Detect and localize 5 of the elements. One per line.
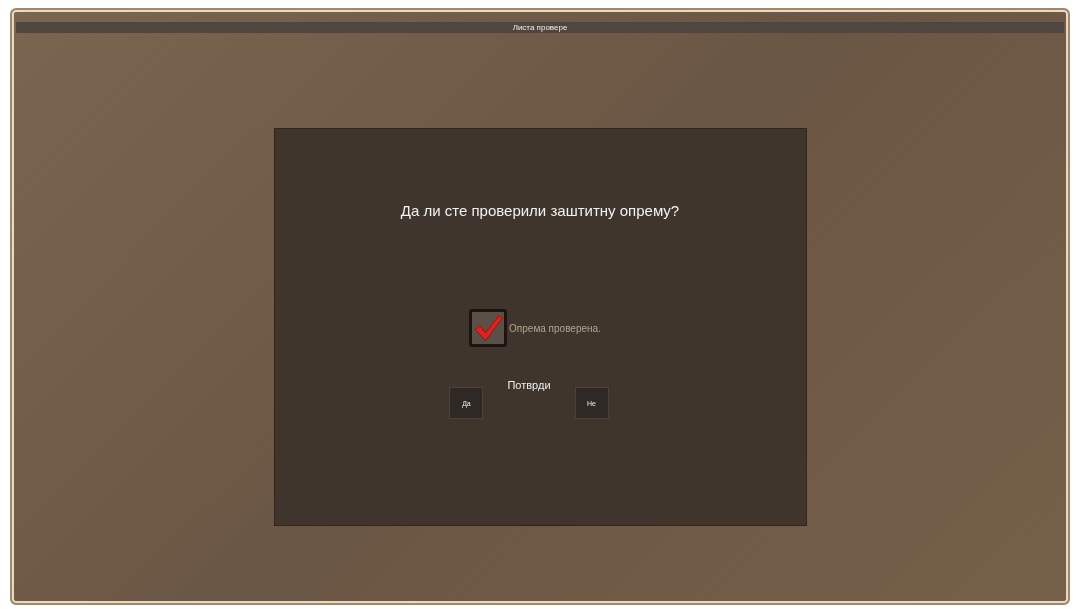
question-text: Да ли сте проверили заштитну опрему? [400,202,680,219]
checkbox-label: Опрема проверена. [509,322,601,334]
window-title: Листа провере [512,23,568,32]
checkbox[interactable] [469,309,508,347]
confirm-label: Потврди [507,379,551,391]
